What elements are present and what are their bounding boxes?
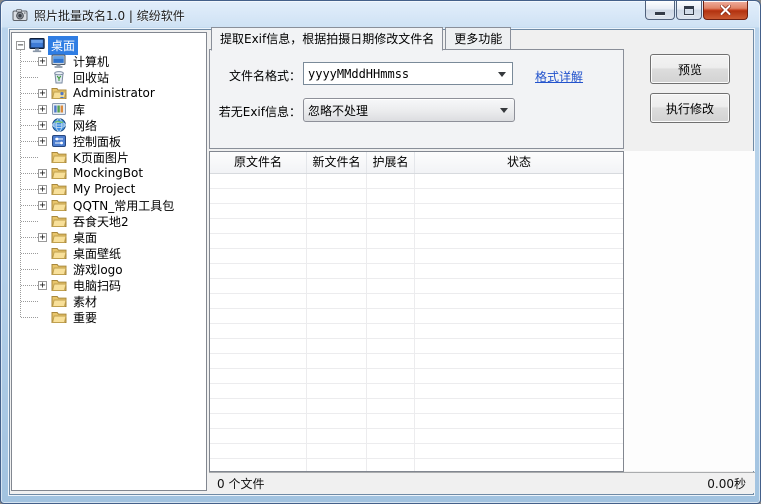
client-area: −桌面+计算机回收站+Administrator+库+网络+控制面板K页面图片+… (9, 29, 754, 495)
file-list-body (210, 174, 623, 471)
tab-more-features[interactable]: 更多功能 (445, 27, 511, 50)
user-folder-icon (51, 85, 67, 101)
tree-expander-plus-icon[interactable]: + (38, 201, 47, 210)
tree-item-label[interactable]: 回收站 (70, 68, 112, 87)
tree-expander-plus-icon[interactable]: + (38, 89, 47, 98)
tree-expander-plus-icon[interactable]: + (38, 57, 47, 66)
no-exif-value: 忽略不处理 (304, 102, 500, 119)
minimize-button[interactable] (645, 1, 675, 20)
tree-item[interactable]: +Administrator (12, 85, 206, 101)
folder-icon (51, 165, 67, 181)
no-exif-label: 若无Exif信息： (210, 103, 301, 120)
no-exif-combobox[interactable]: 忽略不处理 (303, 98, 515, 122)
tree-expander-plus-icon[interactable]: + (38, 137, 47, 146)
folder-icon (51, 229, 67, 245)
tree-expander-spacer (38, 297, 47, 306)
table-gridline (366, 174, 367, 471)
tree-item[interactable]: 重要 (12, 309, 206, 325)
tree-expander-spacer (38, 73, 47, 82)
table-gridline (306, 174, 307, 471)
camera-icon (12, 7, 28, 23)
column-header[interactable]: 新文件名 (307, 152, 367, 173)
tree-expander-plus-icon[interactable]: + (38, 169, 47, 178)
tree-expander-plus-icon[interactable]: + (38, 105, 47, 114)
window-title: 照片批量改名1.0 | 缤纷软件 (34, 7, 185, 24)
tree-item-label[interactable]: 重要 (70, 308, 100, 327)
folder-icon (51, 149, 67, 165)
tree-expander-plus-icon[interactable]: + (38, 121, 47, 130)
tree-item[interactable]: K页面图片 (12, 149, 206, 165)
statusbar: 0 个文件 0.00秒 (209, 472, 755, 493)
folder-icon (51, 181, 67, 197)
tree-expander-plus-icon[interactable]: + (38, 281, 47, 290)
column-header[interactable]: 护展名 (367, 152, 415, 173)
tree-expander-spacer (38, 313, 47, 322)
folder-icon (51, 213, 67, 229)
tree-item[interactable]: 回收站 (12, 69, 206, 85)
tree-expander-plus-icon[interactable]: + (38, 233, 47, 242)
tab-exif-rename[interactable]: 提取Exif信息，根据拍摄日期修改文件名 (211, 27, 443, 51)
maximize-button[interactable] (676, 1, 702, 20)
file-list-header: 原文件名新文件名护展名状态 (210, 152, 623, 174)
library-icon (51, 101, 67, 117)
network-icon (51, 117, 67, 133)
tree-panel: −桌面+计算机回收站+Administrator+库+网络+控制面板K页面图片+… (11, 32, 207, 491)
exif-settings-panel: 文件名格式： yyyyMMddHHmmss 格式详解 若无Exif信息： 忽略不… (209, 49, 624, 149)
tree-expander-spacer (38, 249, 47, 258)
folder-icon (51, 293, 67, 309)
tree-expander-spacer (38, 265, 47, 274)
column-header[interactable]: 状态 (415, 152, 623, 173)
close-icon (720, 5, 731, 15)
file-list: 原文件名新文件名护展名状态 (209, 151, 624, 472)
tree-expander-spacer (38, 153, 47, 162)
titlebar: 照片批量改名1.0 | 缤纷软件 (1, 1, 760, 29)
file-count-status: 0 个文件 (209, 475, 264, 492)
folder-icon (51, 197, 67, 213)
execute-button[interactable]: 执行修改 (650, 93, 730, 123)
tree-item[interactable]: 吞食天地2 (12, 213, 206, 229)
minimize-icon (655, 12, 665, 15)
app-window: 照片批量改名1.0 | 缤纷软件 −桌面+计算机回收站+A (0, 0, 761, 504)
tree-item-label[interactable]: MockingBot (70, 165, 146, 181)
tree-item[interactable]: +库 (12, 101, 206, 117)
filename-format-combobox[interactable]: yyyyMMddHHmmss (303, 62, 513, 85)
filename-format-value: yyyyMMddHHmmss (304, 67, 498, 81)
table-gridline (414, 174, 415, 471)
folder-icon (51, 277, 67, 293)
chevron-down-icon[interactable] (500, 108, 508, 117)
tabstrip: 提取Exif信息，根据拍摄日期修改文件名 更多功能 (211, 32, 513, 50)
folder-icon (51, 261, 67, 277)
close-button[interactable] (703, 1, 748, 20)
preview-button[interactable]: 预览 (650, 54, 730, 84)
chevron-down-icon[interactable] (498, 72, 506, 81)
column-header[interactable]: 原文件名 (210, 152, 307, 173)
window-controls (644, 1, 748, 20)
format-help-link[interactable]: 格式详解 (535, 68, 583, 85)
recycle-bin-icon (51, 69, 67, 85)
desktop-icon (29, 37, 45, 53)
folder-icon (51, 309, 67, 325)
computer-icon (51, 53, 67, 69)
maximize-icon (684, 6, 694, 15)
control-panel-icon (51, 133, 67, 149)
elapsed-time-status: 0.00秒 (707, 475, 746, 492)
tree-item[interactable]: +电脑扫码 (12, 277, 206, 293)
tree-item-label[interactable]: K页面图片 (70, 148, 132, 167)
folder-icon (51, 245, 67, 261)
tree-expander-spacer (38, 217, 47, 226)
tree-expander-plus-icon[interactable]: + (38, 185, 47, 194)
tree-item[interactable]: 素材 (12, 293, 206, 309)
tree-expander-minus-icon[interactable]: − (16, 41, 25, 50)
filename-format-label: 文件名格式： (210, 67, 301, 84)
tree-item[interactable]: + MockingBot (12, 165, 206, 181)
